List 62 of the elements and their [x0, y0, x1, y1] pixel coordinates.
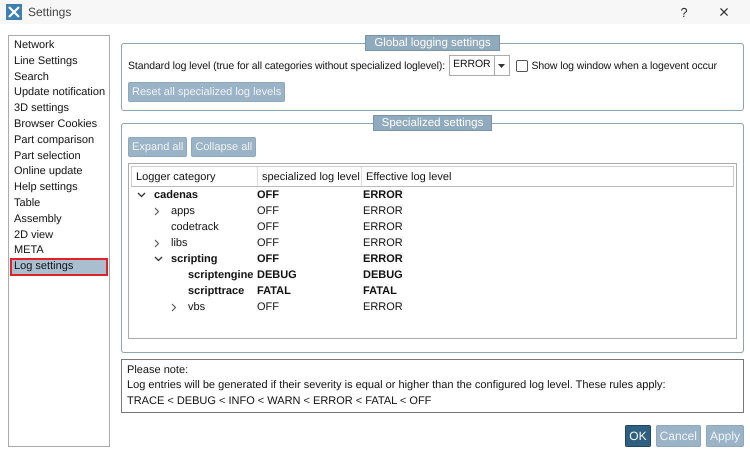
expand-chevron-icon[interactable] [154, 206, 160, 216]
logger-name[interactable]: codetrack [171, 221, 219, 233]
table-cell-text: DEBUG [362, 269, 404, 281]
sidebar-item[interactable]: 2D view [11, 228, 107, 244]
sidebar-item[interactable]: 3D settings [11, 101, 107, 117]
caret-icon [498, 64, 506, 68]
sidebar-item[interactable]: Part comparison [11, 132, 107, 149]
field-label: Standard log level (true for all categories without specialized loglevel): [128, 60, 446, 72]
sidebar-item[interactable]: META [11, 243, 107, 260]
table-cell-text: ERROR [362, 237, 404, 249]
window-title: Settings [28, 5, 72, 19]
expand-chevron-icon[interactable] [154, 238, 160, 248]
sidebar-item[interactable]: Assembly [11, 212, 107, 228]
column-header[interactable]: specialized log level [258, 167, 362, 186]
sidebar-item[interactable]: Online update [11, 164, 107, 180]
logger-name[interactable]: cadenas [154, 189, 198, 201]
sidebar-item[interactable]: Part selection [11, 148, 107, 164]
collapse-chevron-icon[interactable] [137, 192, 146, 198]
checkbox-label: Show log window when a logevent occur [532, 60, 717, 72]
checkbox[interactable] [516, 60, 528, 72]
table-cell-text: OFF [257, 253, 280, 265]
log-level-dropdown[interactable]: ERROR [449, 55, 510, 76]
table-cell-text: FATAL [362, 285, 398, 297]
logger-name[interactable]: scripttrace [188, 285, 244, 297]
table-cell-text: ERROR [362, 205, 404, 217]
sidebar-item[interactable]: Browser Cookies [11, 116, 107, 133]
table-cell-text: OFF [257, 189, 280, 201]
group-title: Global logging settings [365, 35, 500, 51]
note-text: Log entries will be generated if their severity is equal or higher than the configured log level. These rules apply: [127, 378, 667, 393]
table-cell-text: FATAL [257, 285, 292, 297]
note-text: Please note: [127, 362, 190, 378]
table-cell-text: OFF [257, 205, 280, 217]
sidebar-item[interactable]: Help settings [11, 180, 107, 196]
note-text: TRACE < DEBUG < INFO < WARN < ERROR < FATAL < OFF [127, 394, 432, 408]
sidebar-item[interactable]: Line Settings [11, 54, 107, 70]
sidebar-item[interactable]: Network [11, 38, 107, 54]
logger-name[interactable]: scripting [171, 253, 218, 265]
sidebar-item[interactable]: Table [11, 196, 107, 212]
sidebar-item[interactable]: Search [11, 70, 107, 86]
expand-chevron-icon[interactable] [171, 302, 177, 312]
logger-name[interactable]: apps [171, 205, 195, 217]
close-button[interactable]: × [704, 2, 744, 22]
table-cell-text: ERROR [362, 253, 404, 265]
ok-button[interactable]: OK [625, 425, 651, 447]
column-header[interactable]: Logger category [132, 167, 258, 186]
sidebar-item[interactable]: Update notification [11, 85, 107, 102]
group-title: Specialized settings [372, 115, 492, 131]
app-icon [6, 4, 22, 20]
table-cell-text: ERROR [362, 221, 404, 233]
help-button[interactable]: ? [664, 4, 704, 20]
table-cell-text: OFF [257, 237, 280, 249]
column-header[interactable]: Effective log level [362, 167, 733, 186]
table-cell-text: OFF [257, 221, 280, 233]
table-cell-text: OFF [257, 301, 280, 313]
logger-name[interactable]: vbs [188, 301, 206, 313]
table-cell-text: ERROR [362, 301, 404, 313]
table-cell-text: DEBUG [257, 269, 298, 281]
logger-name[interactable]: scriptengine [188, 269, 254, 281]
collapse-chevron-icon[interactable] [154, 256, 163, 262]
sidebar-item[interactable]: Log settings [11, 259, 107, 275]
table-cell-text: ERROR [362, 189, 404, 201]
logger-name[interactable]: libs [171, 237, 188, 249]
